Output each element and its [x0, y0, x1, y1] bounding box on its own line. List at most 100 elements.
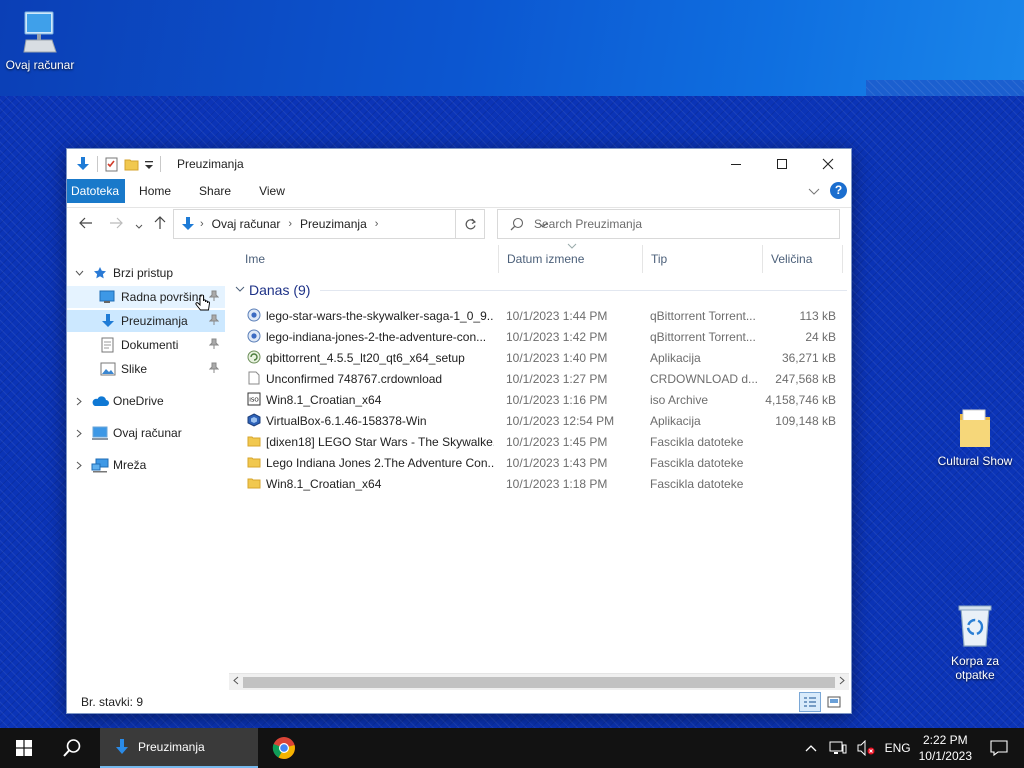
expanded-chevron-icon[interactable] [75, 270, 84, 277]
collapsed-chevron-icon[interactable] [76, 429, 83, 438]
help-button[interactable]: ? [830, 182, 847, 199]
file-size: 109,148 kB [775, 414, 836, 428]
back-button[interactable] [79, 216, 93, 233]
file-row[interactable]: Unconfirmed 748767.crdownload 10/1/2023 1… [243, 368, 847, 389]
close-button[interactable] [805, 149, 851, 179]
taskbar-search-button[interactable] [48, 728, 96, 768]
file-size: 113 kB [799, 309, 836, 323]
tab-share[interactable]: Share [185, 179, 245, 203]
breadcrumb-chevron-icon[interactable]: › [288, 218, 292, 230]
input-language[interactable]: ENG [885, 741, 911, 755]
nav-label: OneDrive [113, 394, 164, 408]
network-icon [91, 458, 109, 473]
file-row[interactable]: VirtualBox-6.1.46-158378-Win 10/1/2023 12… [243, 410, 847, 431]
maximize-icon [777, 159, 787, 169]
collapsed-chevron-icon[interactable] [76, 461, 83, 470]
column-headers: Ime Datum izmene Tip Veličina [237, 243, 847, 273]
show-hidden-icons-chevron-icon[interactable] [805, 744, 817, 752]
horizontal-scrollbar[interactable] [229, 673, 849, 690]
tab-file[interactable]: Datoteka [67, 179, 126, 203]
file-name: [dixen18] LEGO Star Wars - The Skywalke.… [266, 435, 494, 449]
file-date: 10/1/2023 1:16 PM [506, 393, 608, 407]
nav-label: Mreža [113, 458, 147, 472]
file-row[interactable]: Win8.1_Croatian_x64 10/1/2023 1:18 PM Fasc… [243, 473, 847, 494]
customize-dropdown-icon[interactable] [144, 156, 154, 172]
desktop-wallpaper-strip [866, 80, 1024, 96]
arrow-left-icon [79, 217, 92, 229]
group-divider [320, 289, 847, 291]
nav-pictures[interactable]: Slike [67, 358, 225, 380]
breadcrumb-chevron-icon[interactable]: › [375, 218, 379, 230]
column-header-type[interactable]: Tip [643, 245, 763, 273]
minimize-button[interactable] [713, 149, 759, 179]
file-row[interactable]: ISO Win8.1_Croatian_x64 10/1/2023 1:16 PM i… [243, 389, 847, 410]
start-button[interactable] [0, 728, 48, 768]
taskbar-app-chrome[interactable] [262, 728, 306, 768]
download-arrow-icon[interactable] [75, 156, 91, 172]
collapsed-chevron-icon[interactable] [76, 397, 83, 406]
column-header-date[interactable]: Datum izmene [499, 245, 643, 273]
file-row[interactable]: Lego Indiana Jones 2.The Adventure Con..… [243, 452, 847, 473]
tab-view[interactable]: View [245, 179, 299, 203]
clock-date: 10/1/2023 [918, 749, 972, 763]
nav-label: Ovaj računar [113, 426, 182, 440]
column-header-name[interactable]: Ime [237, 245, 499, 273]
scrollbar-thumb[interactable] [243, 677, 835, 688]
tab-home[interactable]: Home [125, 179, 185, 203]
address-bar[interactable]: › Ovaj računar › Preuzimanja › [173, 209, 548, 239]
desktop-icon-this-pc[interactable]: Ovaj računar [0, 10, 80, 72]
up-button[interactable] [153, 216, 167, 233]
volume-muted-icon[interactable] [857, 740, 875, 756]
search-box[interactable]: Search Preuzimanja [497, 209, 840, 239]
large-icons-view-button[interactable] [823, 692, 845, 712]
breadcrumb-chevron-icon[interactable]: › [200, 218, 204, 230]
document-icon [101, 337, 114, 353]
file-explorer-window[interactable]: Preuzimanja Datoteka Home Share View ? ›… [66, 148, 852, 714]
pin-icon[interactable] [209, 314, 219, 326]
nav-this-pc[interactable]: Ovaj računar [67, 422, 225, 444]
title-bar[interactable]: Preuzimanja [67, 149, 851, 179]
details-view-button[interactable] [799, 692, 821, 712]
taskbar: Preuzimanja ENG 2:22 PM 10/1/2023 [0, 728, 1024, 768]
desktop-icon-cultural-show[interactable]: Cultural Show [935, 404, 1015, 468]
chevron-down-icon [135, 224, 143, 229]
forward-button[interactable] [109, 216, 123, 233]
file-row[interactable]: [dixen18] LEGO Star Wars - The Skywalke.… [243, 431, 847, 452]
notifications-icon[interactable] [990, 740, 1008, 756]
nav-network[interactable]: Mreža [67, 454, 225, 476]
taskbar-app-label: Preuzimanja [138, 740, 205, 754]
taskbar-app-file-explorer[interactable]: Preuzimanja [100, 728, 258, 768]
properties-icon[interactable] [104, 156, 120, 172]
scroll-right-arrow-icon[interactable] [839, 676, 846, 688]
nav-onedrive[interactable]: OneDrive [67, 390, 225, 412]
nav-documents[interactable]: Dokumenti [67, 334, 225, 356]
file-type: Fascikla datoteke [650, 435, 744, 449]
new-folder-icon[interactable] [124, 156, 140, 172]
network-status-icon[interactable] [829, 740, 847, 756]
nav-label: Slike [121, 362, 148, 376]
clock[interactable]: 2:22 PM 10/1/2023 [919, 732, 972, 764]
pin-icon[interactable] [209, 362, 219, 374]
file-row[interactable]: lego-star-wars-the-skywalker-saga-1_0_9.… [243, 305, 847, 326]
breadcrumb-this-pc[interactable]: Ovaj računar [212, 217, 281, 231]
desktop-icon-recycle-bin[interactable]: Korpa za otpatke [935, 602, 1015, 682]
pin-icon[interactable] [209, 338, 219, 350]
pictures-icon [100, 362, 116, 376]
group-collapse-chevron-icon[interactable] [235, 286, 245, 293]
maximize-button[interactable] [759, 149, 805, 179]
scroll-left-arrow-icon[interactable] [232, 676, 239, 688]
file-row[interactable]: lego-indiana-jones-2-the-adventure-con..… [243, 326, 847, 347]
torrent-icon [247, 329, 261, 343]
refresh-button[interactable] [455, 209, 485, 239]
recent-locations-button[interactable] [135, 218, 143, 234]
column-header-size[interactable]: Veličina [763, 245, 843, 273]
details-view-icon [804, 697, 816, 707]
breadcrumb-downloads[interactable]: Preuzimanja [300, 217, 367, 231]
nav-quick-access[interactable]: Brzi pristup [67, 262, 225, 284]
file-date: 10/1/2023 1:45 PM [506, 435, 608, 449]
window-title: Preuzimanja [177, 157, 244, 171]
expand-ribbon-chevron-icon[interactable] [808, 186, 820, 196]
file-row[interactable]: qbittorrent_4.5.5_lt20_qt6_x64_setup 10/1… [243, 347, 847, 368]
arrow-up-icon [154, 216, 166, 229]
group-header-today[interactable]: Danas (9) [233, 279, 847, 301]
